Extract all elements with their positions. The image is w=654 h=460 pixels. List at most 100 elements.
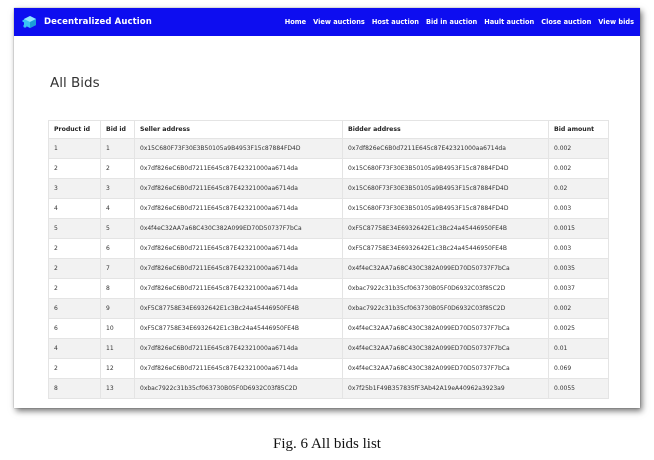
cell-bid-id: 10	[100, 318, 135, 339]
cell-product-id: 6	[48, 318, 101, 339]
cell-bid-id: 2	[100, 158, 135, 179]
cell-bid-amount: 0.01	[548, 338, 609, 359]
table-row: 5 5 0x4f4eC32AA7a68C430C382A099ED70D50737F…	[48, 218, 609, 239]
cell-bid-amount: 0.0055	[548, 378, 609, 399]
cell-bid-amount: 0.0035	[548, 258, 609, 279]
page-title: All Bids	[50, 75, 100, 91]
cell-bidder-address: 0x4f4eC32AA7a68C430C382A099ED70D50737F7b…	[342, 338, 549, 359]
cell-bid-amount: 0.003	[548, 238, 609, 259]
cell-bidder-address: 0x4f4eC32AA7a68C430C382A099ED70D50737F7b…	[342, 318, 549, 339]
nav-link-home[interactable]: Home	[285, 18, 306, 26]
cell-seller-address: 0x7df826eC6B0d7211E645c87E42321000aa6714…	[134, 258, 343, 279]
nav-link-bid-in-auction[interactable]: Bid in auction	[426, 18, 477, 26]
header-bid-id: Bid id	[100, 120, 135, 139]
cell-bid-amount: 0.003	[548, 198, 609, 219]
header-product-id: Product id	[48, 120, 101, 139]
cell-seller-address: 0x7df826eC6B0d7211E645c87E42321000aa6714…	[134, 358, 343, 379]
cube-network-logo-icon	[22, 16, 36, 28]
cell-seller-address: 0xbac7922c31b35cf063730B05F0D6932C03f85C…	[134, 378, 343, 399]
cell-seller-address: 0x4f4eC32AA7a68C430C382A099ED70D50737F7b…	[134, 218, 343, 239]
app-window: Decentralized Auction Home View auctions…	[14, 8, 640, 408]
cell-bidder-address: 0x15C680F73F30E3B50105a9B4953F15c87884FD…	[342, 178, 549, 199]
cell-bid-amount: 0.069	[548, 358, 609, 379]
cell-seller-address: 0x7df826eC6B0d7211E645c87E42321000aa6714…	[134, 178, 343, 199]
cell-seller-address: 0x7df826eC6B0d7211E645c87E42321000aa6714…	[134, 198, 343, 219]
cell-bid-amount: 0.002	[548, 158, 609, 179]
cell-bid-id: 12	[100, 358, 135, 379]
cell-product-id: 2	[48, 238, 101, 259]
cell-seller-address: 0xF5C87758E34E6932642E1c3Bc24a45446950FE…	[134, 318, 343, 339]
cell-bid-id: 1	[100, 138, 135, 159]
cell-product-id: 4	[48, 198, 101, 219]
table-row: 6 9 0xF5C87758E34E6932642E1c3Bc24a45446950…	[48, 298, 609, 319]
cell-bidder-address: 0x4f4eC32AA7a68C430C382A099ED70D50737F7b…	[342, 358, 549, 379]
cell-bid-id: 4	[100, 198, 135, 219]
nav-link-hault-auction[interactable]: Hault auction	[484, 18, 534, 26]
table-row: 2 7 0x7df826eC6B0d7211E645c87E42321000aa67…	[48, 258, 609, 279]
cell-bid-id: 13	[100, 378, 135, 399]
cell-seller-address: 0xF5C87758E34E6932642E1c3Bc24a45446950FE…	[134, 298, 343, 319]
cell-product-id: 2	[48, 258, 101, 279]
bids-table: Product id Bid id Seller address Bidder …	[48, 120, 609, 399]
nav-link-close-auction[interactable]: Close auction	[541, 18, 591, 26]
cell-seller-address: 0x7df826eC6B0d7211E645c87E42321000aa6714…	[134, 278, 343, 299]
table-row: 2 2 0x7df826eC6B0d7211E645c87E42321000aa67…	[48, 158, 609, 179]
cell-product-id: 2	[48, 158, 101, 179]
nav-menu: Home View auctions Host auction Bid in a…	[285, 18, 634, 26]
cell-bidder-address: 0x7df826eC6B0d7211E645c87E42321000aa6714…	[342, 138, 549, 159]
cell-bid-amount: 0.0015	[548, 218, 609, 239]
cell-bid-amount: 0.002	[548, 298, 609, 319]
cell-bidder-address: 0x15C680F73F30E3B50105a9B4953F15c87884FD…	[342, 198, 549, 219]
cell-product-id: 2	[48, 278, 101, 299]
cell-seller-address: 0x7df826eC6B0d7211E645c87E42321000aa6714…	[134, 158, 343, 179]
header-seller-address: Seller address	[134, 120, 343, 139]
cell-bid-amount: 0.0037	[548, 278, 609, 299]
cell-product-id: 4	[48, 338, 101, 359]
cell-bid-id: 5	[100, 218, 135, 239]
cell-product-id: 6	[48, 298, 101, 319]
navbar: Decentralized Auction Home View auctions…	[14, 8, 640, 36]
cell-product-id: 8	[48, 378, 101, 399]
cell-bid-amount: 0.02	[548, 178, 609, 199]
cell-bidder-address: 0xF5C87758E34E6932642E1c3Bc24a45446950FE…	[342, 238, 549, 259]
table-row: 4 11 0x7df826eC6B0d7211E645c87E42321000aa6…	[48, 338, 609, 359]
cell-bid-amount: 0.002	[548, 138, 609, 159]
cell-product-id: 1	[48, 138, 101, 159]
cell-product-id: 5	[48, 218, 101, 239]
header-bid-amount: Bid amount	[548, 120, 609, 139]
nav-link-view-auctions[interactable]: View auctions	[313, 18, 365, 26]
table-row: 8 13 0xbac7922c31b35cf063730B05F0D6932C03f…	[48, 378, 609, 399]
cell-seller-address: 0x15C680F73F30E3B50105a9B4953F15c87884FD…	[134, 138, 343, 159]
table-row: 1 1 0x15C680F73F30E3B50105a9B4953F15c87884…	[48, 138, 609, 159]
table-header-row: Product id Bid id Seller address Bidder …	[48, 120, 609, 139]
cell-bid-id: 9	[100, 298, 135, 319]
table-row: 4 4 0x7df826eC6B0d7211E645c87E42321000aa67…	[48, 198, 609, 219]
cell-bid-id: 7	[100, 258, 135, 279]
header-bidder-address: Bidder address	[342, 120, 549, 139]
table-row: 2 8 0x7df826eC6B0d7211E645c87E42321000aa67…	[48, 278, 609, 299]
cell-bid-id: 6	[100, 238, 135, 259]
cell-bid-id: 8	[100, 278, 135, 299]
table-row: 2 12 0x7df826eC6B0d7211E645c87E42321000aa6…	[48, 358, 609, 379]
cell-bid-id: 11	[100, 338, 135, 359]
cell-bid-id: 3	[100, 178, 135, 199]
nav-link-view-bids[interactable]: View bids	[598, 18, 634, 26]
cell-bidder-address: 0x15C680F73F30E3B50105a9B4953F15c87884FD…	[342, 158, 549, 179]
app-title: Decentralized Auction	[44, 17, 152, 27]
nav-link-host-auction[interactable]: Host auction	[372, 18, 419, 26]
cell-bid-amount: 0.0025	[548, 318, 609, 339]
table-row: 2 6 0x7df826eC6B0d7211E645c87E42321000aa67…	[48, 238, 609, 259]
table-row: 6 10 0xF5C87758E34E6932642E1c3Bc24a4544695…	[48, 318, 609, 339]
cell-bidder-address: 0x4f4eC32AA7a68C430C382A099ED70D50737F7b…	[342, 258, 549, 279]
table-body: 1 1 0x15C680F73F30E3B50105a9B4953F15c87884…	[48, 138, 609, 399]
brand[interactable]: Decentralized Auction	[22, 15, 152, 29]
cell-seller-address: 0x7df826eC6B0d7211E645c87E42321000aa6714…	[134, 338, 343, 359]
cell-seller-address: 0x7df826eC6B0d7211E645c87E42321000aa6714…	[134, 238, 343, 259]
figure-caption: Fig. 6 All bids list	[273, 436, 381, 452]
cell-bidder-address: 0xbac7922c31b35cf063730B05F0D6932C03f85C…	[342, 278, 549, 299]
table-row: 3 3 0x7df826eC6B0d7211E645c87E42321000aa67…	[48, 178, 609, 199]
cell-bidder-address: 0x7f25b1F49B357835fF3Ab42A19eA40962a3923…	[342, 378, 549, 399]
cell-bidder-address: 0xbac7922c31b35cf063730B05F0D6932C03f85C…	[342, 298, 549, 319]
cell-bidder-address: 0xF5C87758E34E6932642E1c3Bc24a45446950FE…	[342, 218, 549, 239]
cell-product-id: 2	[48, 358, 101, 379]
